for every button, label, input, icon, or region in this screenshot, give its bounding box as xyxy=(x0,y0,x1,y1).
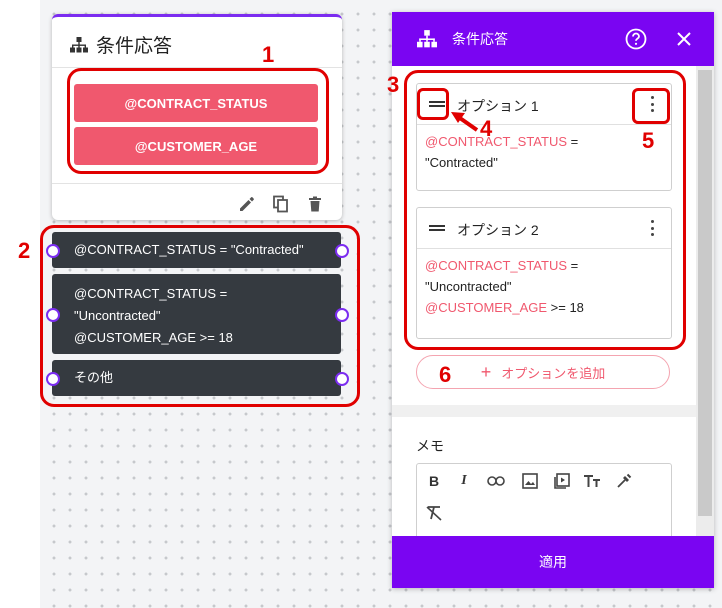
link-icon[interactable] xyxy=(487,472,505,490)
memo-label: メモ xyxy=(416,438,444,454)
divider xyxy=(52,183,342,184)
flow-tree-icon xyxy=(70,36,88,52)
add-option-label: オプションを追加 xyxy=(501,365,606,381)
annotation-number: 3 xyxy=(387,72,400,97)
edit-icon[interactable] xyxy=(238,195,256,213)
annotation-box-2 xyxy=(40,225,360,407)
annotation-box-4 xyxy=(417,88,449,120)
section-divider xyxy=(392,405,714,417)
annotation-number: 4 xyxy=(480,116,493,141)
help-icon[interactable] xyxy=(625,28,647,50)
add-option-button[interactable]: + オプションを追加 xyxy=(416,355,670,389)
clear-format-icon[interactable] xyxy=(425,504,443,522)
annotation-box-5 xyxy=(632,88,670,124)
panel-header: 条件応答 xyxy=(392,12,714,66)
node-title: 条件応答 xyxy=(70,31,172,58)
memo-editor[interactable]: B I xyxy=(416,463,672,545)
annotation-arrow-icon xyxy=(451,112,479,132)
annotation-box-1 xyxy=(67,68,329,174)
copy-icon[interactable] xyxy=(272,195,290,213)
bold-icon[interactable]: B xyxy=(425,472,443,490)
annotation-number: 6 xyxy=(439,362,452,387)
text-size-icon[interactable] xyxy=(583,472,601,490)
annotation-number: 1 xyxy=(262,42,275,67)
image-icon[interactable] xyxy=(521,472,539,490)
flow-tree-icon xyxy=(417,30,437,48)
color-picker-icon[interactable] xyxy=(615,472,633,490)
delete-icon[interactable] xyxy=(306,195,324,213)
annotation-number: 2 xyxy=(18,238,31,263)
node-actions xyxy=(238,195,324,213)
annotation-number: 5 xyxy=(642,128,655,153)
node-title-text: 条件応答 xyxy=(96,36,173,57)
apply-button[interactable]: 適用 xyxy=(392,536,714,588)
italic-icon[interactable]: I xyxy=(455,472,473,490)
plus-icon: + xyxy=(480,362,492,382)
scrollbar-thumb[interactable] xyxy=(698,70,712,516)
video-icon[interactable] xyxy=(553,472,571,490)
panel-title: 条件応答 xyxy=(452,31,508,47)
close-icon[interactable] xyxy=(676,31,692,47)
